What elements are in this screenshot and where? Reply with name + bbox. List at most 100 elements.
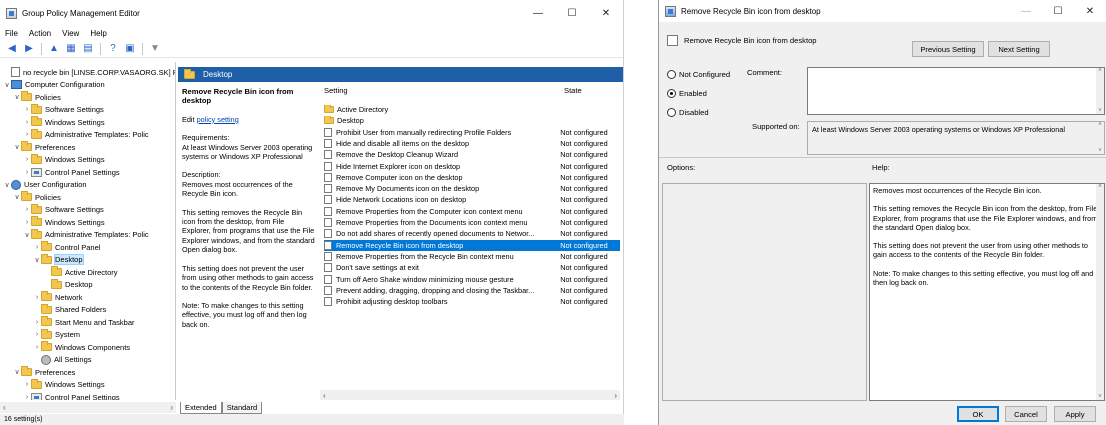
radio-enabled-circle[interactable] [667, 89, 676, 98]
next-setting-button[interactable]: Next Setting [988, 41, 1050, 57]
table-row[interactable]: Remove My Documents icon on the desktop N… [324, 183, 620, 194]
tree-node[interactable]: ∨ User Configuration [3, 179, 87, 191]
tree-node[interactable]: Shared Folders [33, 303, 106, 316]
tree-node[interactable]: ∨ Preferences [13, 366, 75, 378]
tree-node[interactable]: › Control Panel [33, 241, 100, 253]
tree-node[interactable]: › Windows Settings [23, 116, 105, 128]
chevron-right-icon[interactable]: › [23, 219, 31, 226]
chevron-down-icon[interactable]: ∨ [23, 231, 31, 239]
cancel-button[interactable]: Cancel [1005, 406, 1047, 422]
tree-node[interactable]: All Settings [33, 354, 92, 366]
table-row[interactable]: Don't save settings at exit Not configure… [324, 262, 620, 273]
tree-node[interactable]: › Windows Settings [23, 216, 105, 228]
tree-node[interactable]: › Windows Settings [23, 378, 105, 391]
previous-setting-button[interactable]: Previous Setting [912, 41, 984, 57]
table-row[interactable]: Prevent adding, dragging, dropping and c… [324, 285, 620, 296]
radio-not-configured[interactable]: Not Configured [667, 70, 730, 79]
up-folder-icon[interactable]: ▲ [47, 42, 61, 56]
edit-policy-link[interactable]: policy setting [197, 115, 239, 124]
tree-node[interactable]: ∨ Administrative Templates: Polic [23, 228, 149, 241]
chevron-down-icon[interactable]: ∨ [33, 256, 41, 264]
tree-node[interactable]: › Start Menu and Taskbar [33, 316, 135, 328]
chevron-down-icon[interactable]: ∨ [13, 143, 21, 151]
radio-enabled[interactable]: Enabled [667, 89, 707, 98]
radio-disabled[interactable]: Disabled [667, 108, 709, 117]
table-row[interactable]: Remove Properties from the Computer icon… [324, 206, 620, 217]
chevron-right-icon[interactable]: › [23, 106, 31, 113]
table-row[interactable]: Remove Computer icon on the desktop Not c… [324, 172, 620, 183]
tree-node[interactable]: › Windows Settings [23, 153, 105, 166]
tree-node[interactable]: no recycle bin [LINSE.CORP.VASAORG.SK] P… [3, 66, 175, 78]
chevron-down-icon[interactable]: ∨ [13, 368, 21, 376]
tree-node[interactable]: › Control Panel Settings [23, 391, 120, 400]
help-scrollbar[interactable]: ˄ ˅ [1096, 184, 1104, 400]
table-row[interactable]: Do not add shares of recently opened doc… [324, 228, 620, 239]
column-setting[interactable]: Setting [324, 86, 564, 99]
chevron-right-icon[interactable]: › [23, 156, 31, 163]
chevron-right-icon[interactable]: › [23, 206, 31, 213]
tab-standard[interactable]: Standard [221, 402, 263, 414]
tree-node[interactable]: ∨ Preferences [13, 141, 75, 153]
list-horizontal-scrollbar[interactable]: ‹ › [320, 390, 620, 400]
menu-help[interactable]: Help [90, 29, 106, 38]
properties-icon[interactable]: ▣ [123, 42, 137, 56]
table-row[interactable]: Remove Properties from the Documents ico… [324, 217, 620, 228]
table-row[interactable]: Prohibit adjusting desktop toolbars Not c… [324, 296, 620, 307]
chevron-right-icon[interactable]: › [23, 131, 31, 138]
table-row[interactable]: Hide Internet Explorer icon on desktop No… [324, 161, 620, 172]
table-row[interactable]: Hide Network Locations icon on desktop No… [324, 194, 620, 205]
show-hide-tree-icon[interactable]: ▦ [64, 42, 78, 56]
tree-horizontal-scrollbar[interactable]: ‹ › [0, 402, 176, 413]
chevron-right-icon[interactable]: › [23, 381, 31, 388]
maximize-button[interactable]: ☐ [555, 0, 589, 26]
table-row[interactable]: Remove Recycle Bin icon from desktop Not … [324, 239, 620, 251]
radio-disabled-circle[interactable] [667, 108, 676, 117]
table-row[interactable]: Prohibit User from manually redirecting … [324, 127, 620, 138]
tree-node[interactable]: › Windows Components [33, 341, 130, 353]
tree-node[interactable]: › Software Settings [23, 103, 104, 116]
radio-not-configured-circle[interactable] [667, 70, 676, 79]
tree-node[interactable]: Active Directory [43, 266, 118, 278]
dialog-close-button[interactable]: ✕ [1074, 0, 1106, 22]
chevron-down-icon[interactable]: ∨ [3, 181, 11, 189]
chevron-down-icon[interactable]: ∨ [13, 193, 21, 201]
supported-scrollbar[interactable]: ˄ ˅ [1096, 122, 1104, 154]
tree-node[interactable]: Desktop [43, 278, 93, 291]
filter-icon[interactable]: ▼ [148, 42, 162, 56]
ok-button[interactable]: OK [957, 406, 999, 422]
export-list-icon[interactable]: ▤ [81, 42, 95, 56]
menu-action[interactable]: Action [29, 29, 51, 38]
comment-textarea[interactable]: ˄ ˅ [807, 67, 1105, 115]
table-row[interactable]: Hide and disable all items on the deskto… [324, 138, 620, 149]
menu-file[interactable]: File [5, 29, 18, 38]
menu-view[interactable]: View [62, 29, 79, 38]
chevron-down-icon[interactable]: ∨ [13, 93, 21, 101]
forward-arrow-icon[interactable]: ▶ [22, 42, 36, 56]
chevron-right-icon[interactable]: › [23, 169, 31, 176]
tab-extended[interactable]: Extended [180, 402, 222, 414]
table-row[interactable]: Desktop [324, 115, 620, 126]
minimize-button[interactable]: — [521, 0, 555, 26]
table-row[interactable]: Active Directory [324, 104, 620, 115]
dialog-minimize-button[interactable]: — [1010, 0, 1042, 22]
apply-button[interactable]: Apply [1054, 406, 1096, 422]
chevron-right-icon[interactable]: › [23, 119, 31, 126]
table-row[interactable]: Remove the Desktop Cleanup Wizard Not con… [324, 149, 620, 160]
chevron-right-icon[interactable]: › [33, 319, 41, 326]
chevron-right-icon[interactable]: › [23, 394, 31, 401]
tree-node[interactable]: ∨ Policies [13, 91, 61, 103]
back-arrow-icon[interactable]: ◀ [5, 42, 19, 56]
chevron-right-icon[interactable]: › [33, 331, 41, 338]
table-row[interactable]: Remove Properties from the Recycle Bin c… [324, 251, 620, 262]
tree-node[interactable]: ∨ Computer Configuration [3, 79, 105, 91]
tree-node[interactable]: › Software Settings [23, 203, 104, 216]
tree-node[interactable]: › Administrative Templates: Polic [23, 128, 149, 141]
comment-scrollbar[interactable]: ˄ ˅ [1096, 68, 1104, 114]
tree-node[interactable]: › System [33, 328, 80, 341]
tree-node[interactable]: ∨ Policies [13, 191, 61, 203]
close-button[interactable]: ✕ [589, 0, 623, 26]
chevron-down-icon[interactable]: ∨ [3, 81, 11, 89]
tree-node[interactable]: › Network [33, 291, 83, 303]
dialog-maximize-button[interactable]: ☐ [1042, 0, 1074, 22]
help-icon[interactable]: ? [106, 42, 120, 56]
